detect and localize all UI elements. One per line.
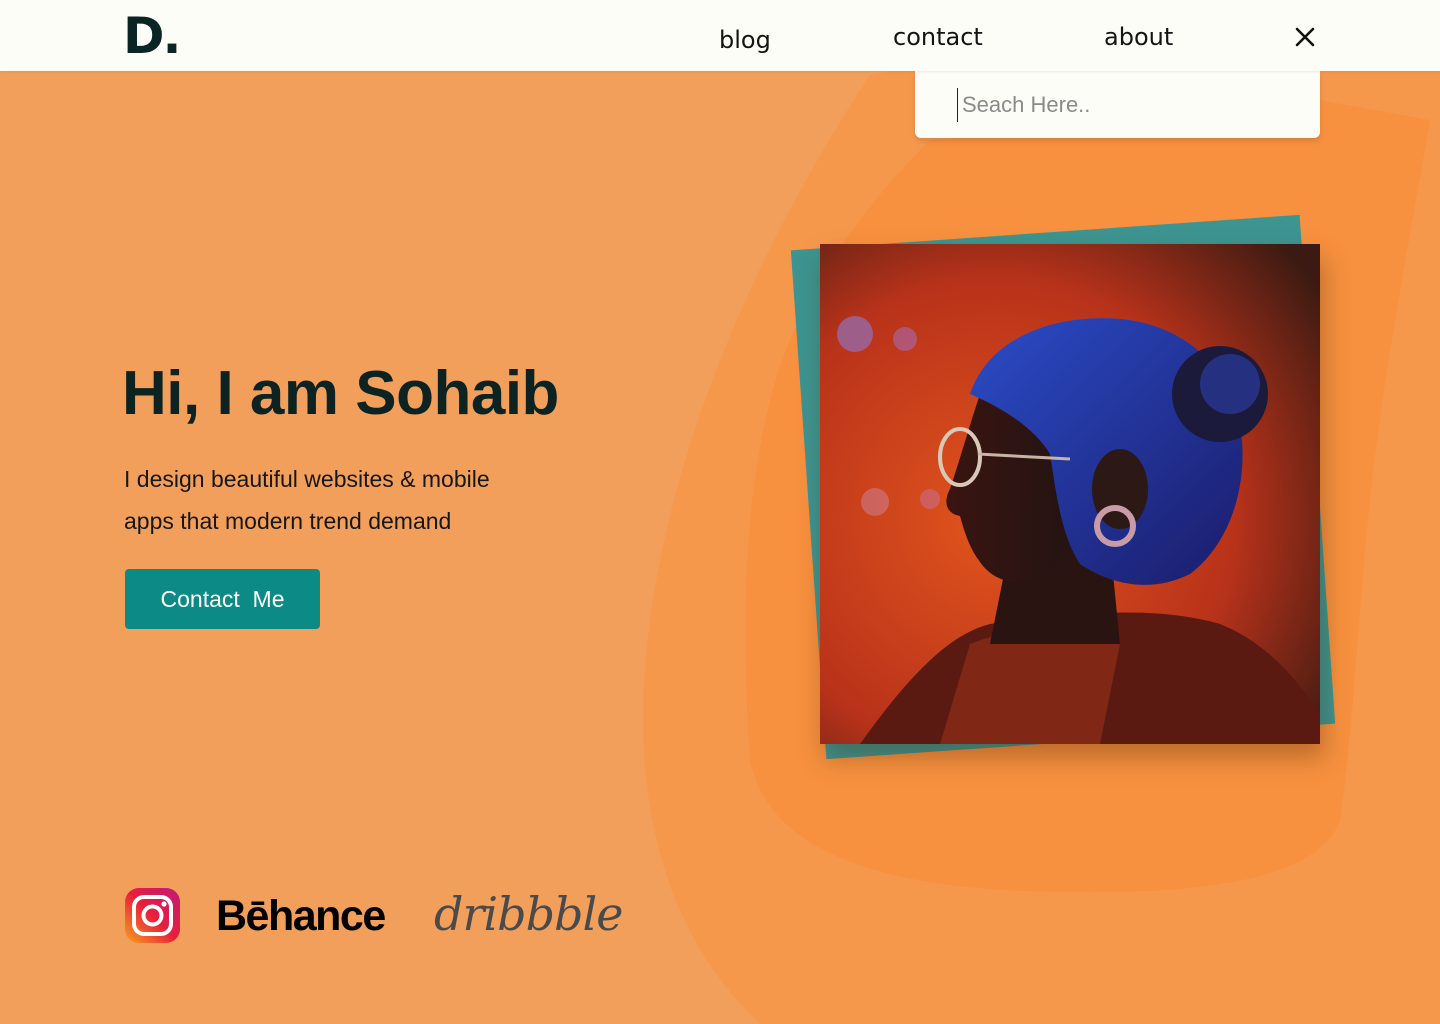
close-icon[interactable] [1294,26,1316,48]
profile-photo [820,244,1320,744]
search-input[interactable] [957,88,1304,122]
hero-subtitle: I design beautiful websites & mobile app… [124,466,490,534]
contact-me-button[interactable]: Contact Me [125,569,320,629]
logo-letter: D [123,7,164,65]
navbar: D. blog contact about [0,0,1440,71]
nav-link-contact[interactable]: contact [893,22,983,52]
dribbble-link[interactable]: dribbble [434,884,623,944]
nav-link-about[interactable]: about [1104,22,1173,52]
logo[interactable]: D. [123,7,182,65]
logo-dot: . [162,7,182,65]
behance-link[interactable]: Bēhance [216,889,386,943]
search-dropdown [915,71,1320,138]
hero-title: Hi, I am Sohaib [122,359,559,428]
nav-link-blog[interactable]: blog [719,25,771,55]
instagram-icon[interactable] [125,888,180,943]
